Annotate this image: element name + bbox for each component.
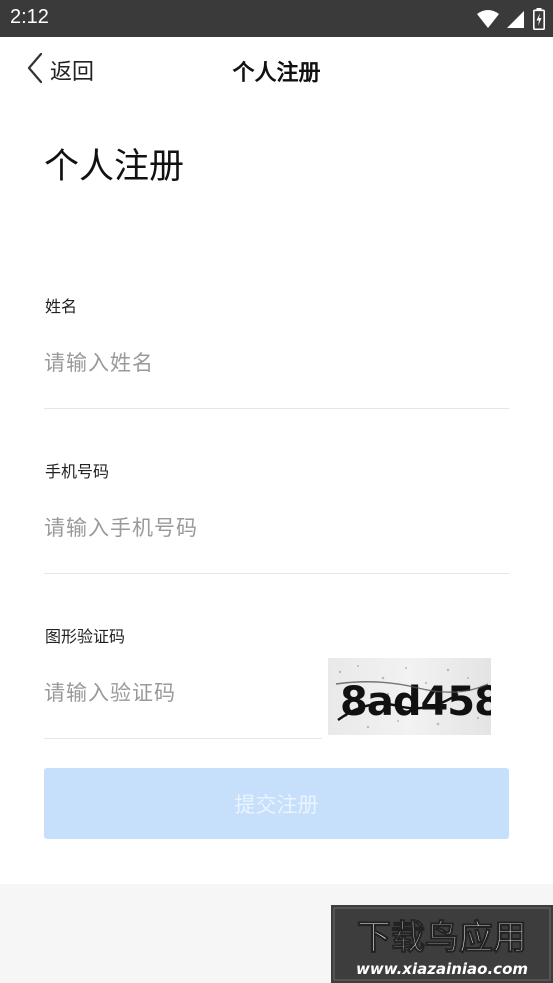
name-label: 姓名 [45,297,78,316]
submit-button[interactable]: 提交注册 [44,768,509,839]
watermark-title: 下载鸟应用 [357,918,527,958]
chevron-left-icon [26,52,44,88]
nav-bar: 个人注册 返回 [0,37,553,103]
wifi-icon [477,9,499,33]
phone-label: 手机号码 [45,462,110,481]
name-input[interactable] [44,343,509,383]
phone-divider [44,573,509,574]
watermark-url: www.xiazainiao.com [356,960,528,978]
watermark-logo: 下载鸟应用 www.xiazainiao.com [331,905,553,983]
captcha-divider [44,738,322,739]
captcha-image[interactable]: 8ad458 [328,658,491,735]
battery-charging-icon [533,8,545,34]
back-button[interactable]: 返回 [26,52,95,88]
captcha-text: 8ad458 [340,679,491,725]
status-icons [477,8,545,34]
phone-input[interactable] [44,508,509,548]
captcha-label: 图形验证码 [45,627,126,646]
status-time: 2:12 [10,6,49,28]
name-divider [44,408,509,409]
back-label: 返回 [50,60,95,85]
cellular-signal-icon [507,9,525,33]
captcha-input[interactable] [44,673,314,713]
page-title: 个人注册 [44,147,185,187]
status-bar: 2:12 [0,0,553,37]
